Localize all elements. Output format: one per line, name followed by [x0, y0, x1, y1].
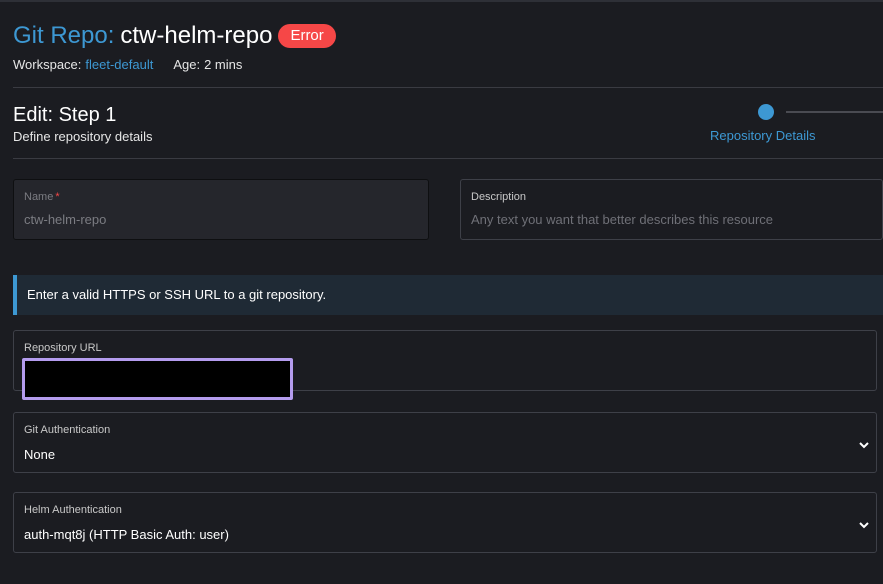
- git-authentication-label: Git Authentication: [24, 424, 111, 436]
- helm-authentication-label: Helm Authentication: [24, 504, 122, 516]
- stepper-connector: [786, 111, 883, 113]
- git-authentication-select[interactable]: Git Authentication None: [13, 412, 877, 473]
- helm-authentication-select[interactable]: Helm Authentication auth-mqt8j (HTTP Bas…: [13, 492, 877, 553]
- resource-meta: Workspace: fleet-default Age: 2 mins: [13, 57, 242, 72]
- name-field: Name * ctw-helm-repo: [13, 179, 429, 240]
- url-info-banner: Enter a valid HTTPS or SSH URL to a git …: [13, 275, 883, 315]
- header-divider: [13, 87, 883, 88]
- required-mark: *: [55, 191, 60, 203]
- stepper-current-dot: [758, 104, 774, 120]
- git-authentication-value: None: [24, 447, 56, 462]
- age-value: 2 mins: [204, 57, 243, 72]
- page-title: Git Repo: ctw-helm-repo Error: [13, 22, 336, 50]
- repository-url-field[interactable]: Repository URL: [13, 330, 877, 400]
- chevron-down-icon[interactable]: [858, 440, 870, 450]
- helm-authentication-value: auth-mqt8j (HTTP Basic Auth: user): [24, 527, 229, 542]
- name-field-label: Name *: [24, 191, 60, 203]
- description-field-label: Description: [471, 191, 527, 203]
- step-divider: [13, 158, 883, 159]
- top-border: [0, 0, 883, 2]
- description-field[interactable]: Description Any text you want that bette…: [460, 179, 883, 240]
- description-placeholder: Any text you want that better describes …: [471, 212, 774, 227]
- step-subtitle: Define repository details: [13, 129, 153, 144]
- page-title-prefix: Git Repo:: [13, 22, 115, 49]
- age-label: Age:: [173, 57, 201, 72]
- page-title-name: ctw-helm-repo: [120, 22, 273, 49]
- status-badge: Error: [278, 24, 336, 48]
- stepper-current-label: Repository Details: [710, 128, 816, 143]
- repository-url-input[interactable]: [22, 358, 293, 400]
- workspace-label: Workspace:: [13, 57, 82, 72]
- repository-url-label: Repository URL: [24, 342, 102, 354]
- url-info-banner-text: Enter a valid HTTPS or SSH URL to a git …: [27, 287, 327, 302]
- name-field-value: ctw-helm-repo: [24, 212, 107, 227]
- workspace-link[interactable]: fleet-default: [85, 57, 153, 72]
- step-title: Edit: Step 1: [13, 104, 117, 126]
- git-repo-edit-page: Git Repo: ctw-helm-repo Error Workspace:…: [0, 0, 883, 584]
- chevron-down-icon[interactable]: [858, 520, 870, 530]
